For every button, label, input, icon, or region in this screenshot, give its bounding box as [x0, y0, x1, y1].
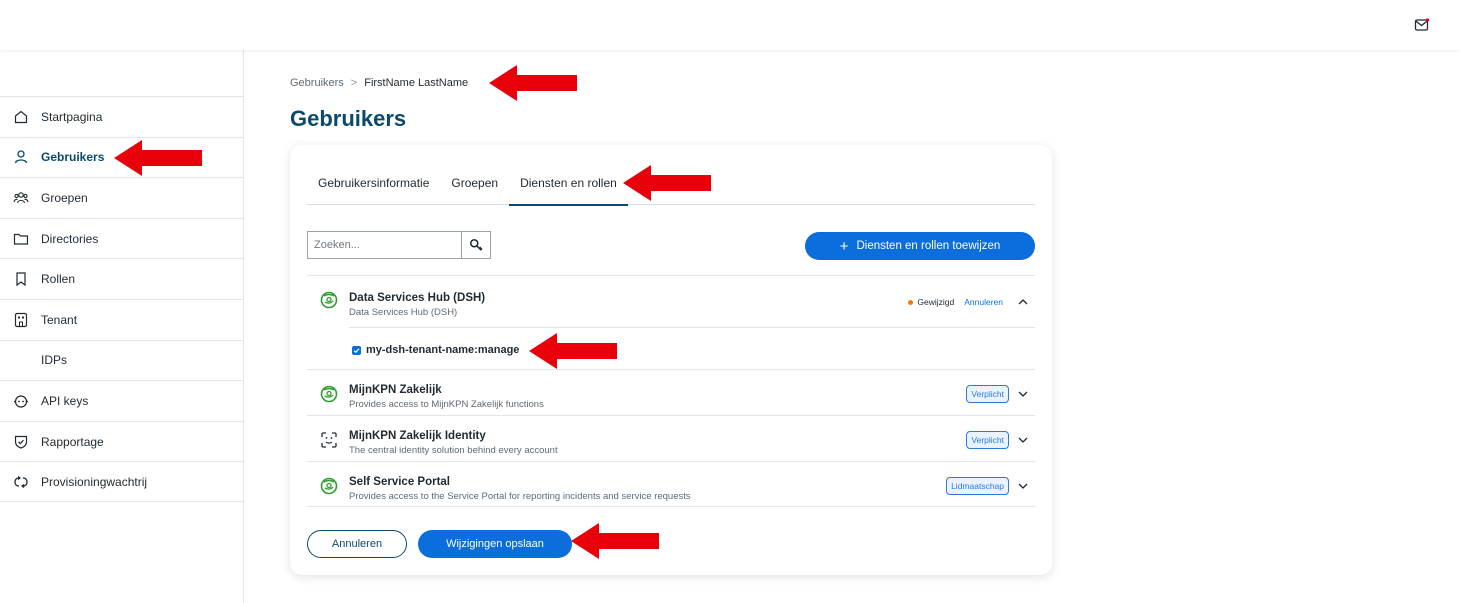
annotation-arrow-icon [529, 333, 617, 369]
service-logo-icon [320, 385, 338, 403]
sidebar-item-label: Tenant [41, 312, 78, 327]
bookmark-icon [12, 270, 30, 288]
service-description: Data Services Hub (DSH) [349, 307, 458, 318]
home-icon [12, 108, 30, 126]
user-icon [12, 148, 30, 166]
annotation-arrow-icon [489, 65, 577, 101]
sidebar-item-label: API keys [41, 393, 89, 408]
breadcrumb-current: FirstName LastName [364, 77, 469, 89]
breadcrumb: Gebruikers > FirstName LastName [290, 77, 468, 89]
sync-icon [12, 473, 30, 491]
required-badge: Verplicht [966, 385, 1009, 403]
required-badge: Verplicht [966, 431, 1009, 449]
service-description: Provides access to MijnKPN Zakelijk func… [349, 399, 544, 410]
service-actions: Lidmaatschap [946, 477, 1029, 495]
service-actions: Verplicht [966, 385, 1029, 403]
search-box [307, 231, 491, 259]
service-actions: Verplicht [966, 431, 1029, 449]
plus-icon: + [839, 237, 849, 255]
sidebar-item-rollen[interactable]: Rollen [0, 258, 244, 299]
main-content: Gebruikers > FirstName LastName Gebruike… [244, 50, 1460, 603]
service-actions: Gewijzigd Annuleren [908, 296, 1029, 308]
service-name: MijnKPN Zakelijk [349, 384, 442, 396]
sidebar-item-label: Groepen [41, 190, 88, 205]
service-logo-icon [320, 477, 338, 495]
folder-icon [12, 230, 30, 248]
tab-groepen[interactable]: Groepen [440, 163, 509, 205]
annotation-arrow-icon [571, 523, 659, 559]
assign-button-label: Diensten en rollen toewijzen [856, 240, 1001, 252]
sidebar-item-label: Rollen [41, 272, 76, 287]
membership-badge: Lidmaatschap [946, 477, 1009, 495]
top-bar [0, 0, 1460, 50]
breadcrumb-separator: > [350, 77, 358, 89]
sidebar-item-label: Provisioningwachtrij [41, 474, 148, 489]
annotation-arrow-icon [623, 165, 711, 201]
chevron-down-icon[interactable] [1017, 388, 1029, 400]
sidebar-item-api-keys[interactable]: API keys [0, 380, 244, 421]
sidebar-item-startpagina[interactable]: Startpagina [0, 96, 244, 137]
role-label: my-dsh-tenant-name:manage [366, 344, 520, 356]
chevron-down-icon[interactable] [1017, 480, 1029, 492]
sidebar-item-directories[interactable]: Directories [0, 217, 244, 259]
cancel-change-link[interactable]: Annuleren [964, 297, 1003, 307]
sidebar-item-label: Directories [41, 231, 99, 246]
page-title: Gebruikers [290, 106, 407, 131]
service-row-mijnkpn-zakelijk[interactable]: MijnKPN Zakelijk Provides access to Mijn… [307, 369, 1035, 415]
robot-icon [12, 392, 30, 410]
cancel-button[interactable]: Annuleren [307, 530, 407, 558]
service-name: Data Services Hub (DSH) [349, 292, 486, 304]
services-list: Data Services Hub (DSH) Data Services Hu… [307, 275, 1035, 507]
role-checkbox[interactable] [352, 346, 361, 355]
building-icon [12, 311, 30, 329]
save-changes-button[interactable]: Wijzigingen opslaan [418, 530, 572, 558]
service-description: Provides access to the Service Portal fo… [349, 491, 691, 502]
sidebar-item-tenant[interactable]: Tenant [0, 298, 244, 340]
service-row-self-service-portal[interactable]: Self Service Portal Provides access to t… [307, 461, 1035, 507]
chevron-down-icon[interactable] [1017, 434, 1029, 446]
service-name: MijnKPN Zakelijk Identity [349, 430, 486, 442]
search-button[interactable] [461, 231, 491, 259]
annotation-arrow-icon [114, 140, 202, 176]
service-description: The central identity solution behind eve… [349, 445, 558, 456]
role-row: my-dsh-tenant-name:manage [349, 327, 1035, 369]
user-detail-card: Gebruikersinformatie Groepen Diensten en… [290, 145, 1052, 575]
service-row-dsh[interactable]: Data Services Hub (DSH) Data Services Hu… [307, 275, 1035, 327]
sidebar: Startpagina Gebruikers Groepen Directori… [0, 50, 244, 603]
breadcrumb-parent-link[interactable]: Gebruikers [290, 77, 344, 89]
sidebar-item-idps[interactable]: IDPs [0, 339, 244, 381]
service-name: Self Service Portal [349, 476, 450, 488]
sidebar-item-groepen[interactable]: Groepen [0, 177, 244, 218]
status-badge: Gewijzigd [917, 297, 955, 307]
status-dot-icon [908, 299, 914, 305]
search-input[interactable] [307, 231, 461, 259]
sidebar-item-provisioningwachtrij[interactable]: Provisioningwachtrij [0, 461, 244, 502]
service-row-mijnkpn-zakelijk-identity[interactable]: MijnKPN Zakelijk Identity The central id… [307, 415, 1035, 461]
sidebar-item-label: Rapportage [41, 434, 104, 449]
sidebar-item-label: Startpagina [41, 109, 103, 124]
chevron-up-icon[interactable] [1017, 296, 1029, 308]
mail-icon[interactable] [1414, 17, 1430, 33]
tab-gebruikersinformatie[interactable]: Gebruikersinformatie [307, 163, 440, 205]
group-icon [12, 189, 30, 207]
sidebar-item-label: IDPs [41, 353, 68, 368]
face-id-icon [321, 432, 337, 448]
search-icon [469, 238, 483, 251]
shield-check-icon [12, 433, 30, 451]
assign-services-roles-button[interactable]: + Diensten en rollen toewijzen [805, 232, 1035, 260]
sidebar-item-rapportage[interactable]: Rapportage [0, 420, 244, 462]
service-logo-icon [320, 291, 338, 309]
sidebar-item-label: Gebruikers [41, 150, 105, 165]
tab-diensten-en-rollen[interactable]: Diensten en rollen [509, 163, 628, 206]
